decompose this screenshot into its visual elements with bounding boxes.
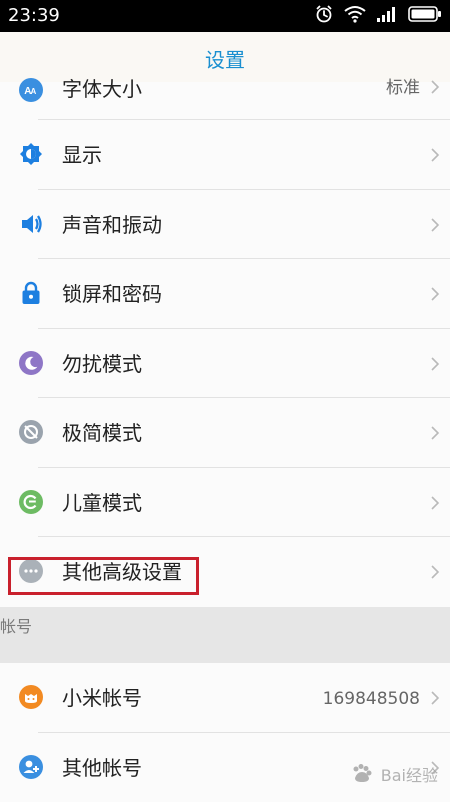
chevron-right-icon: [430, 217, 440, 231]
settings-item-label: 极简模式: [62, 420, 142, 446]
settings-item-label: 声音和振动: [62, 212, 162, 238]
alarm-icon: [314, 4, 334, 28]
font-size-icon: A A: [18, 77, 44, 103]
settings-item-value: 标准: [386, 76, 420, 100]
chevron-right-icon: [430, 147, 440, 161]
settings-item-label: 锁屏和密码: [62, 281, 162, 307]
chevron-right-icon: [430, 79, 440, 93]
kids-mode-icon: [18, 489, 44, 515]
settings-item-display[interactable]: 显示: [0, 120, 450, 190]
chevron-right-icon: [430, 286, 440, 300]
settings-item-minimal-mode[interactable]: 极简模式: [0, 398, 450, 468]
settings-item-label: 儿童模式: [62, 490, 142, 516]
account-item-label: 小米帐号: [62, 685, 142, 711]
settings-item-label: 其他高级设置: [62, 559, 182, 585]
settings-item-do-not-disturb[interactable]: 勿扰模式: [0, 329, 450, 399]
do-not-disturb-icon: [18, 350, 44, 376]
display-icon: [18, 141, 44, 167]
chevron-right-icon: [430, 425, 440, 439]
chevron-right-icon: [430, 690, 440, 704]
chevron-right-icon: [430, 356, 440, 370]
settings-item-label: 字体大小: [62, 76, 142, 102]
settings-list: A A 字体大小 标准 显示: [0, 82, 450, 607]
account-item-mi[interactable]: 小米帐号 169848508: [0, 663, 450, 733]
settings-item-label: 勿扰模式: [62, 351, 142, 377]
settings-item-font-size[interactable]: A A 字体大小 标准: [0, 82, 450, 120]
paw-icon: [349, 761, 375, 787]
page-title: 设置: [0, 44, 450, 73]
minimal-mode-icon: [18, 419, 44, 445]
chevron-right-icon: [430, 564, 440, 578]
chevron-right-icon: [430, 495, 440, 509]
title-bar: 设置: [0, 32, 450, 82]
watermark: Bai经验: [328, 760, 438, 788]
section-label: 帐号: [0, 613, 32, 637]
wifi-icon: [344, 5, 366, 27]
settings-item-kids-mode[interactable]: 儿童模式: [0, 468, 450, 538]
account-item-value: 169848508: [323, 687, 420, 711]
battery-icon: [408, 6, 442, 26]
svg-text:A: A: [31, 87, 37, 96]
account-section-header: 帐号: [0, 607, 450, 667]
settings-item-advanced[interactable]: 其他高级设置: [0, 537, 450, 607]
account-item-label: 其他帐号: [62, 755, 142, 781]
mi-account-icon: [18, 684, 44, 710]
signal-icon: [376, 5, 398, 27]
lock-icon: [18, 280, 44, 306]
watermark-text: Bai经验: [381, 762, 438, 786]
status-time: 23:39: [8, 5, 60, 27]
settings-item-label: 显示: [62, 142, 102, 168]
status-bar: 23:39: [0, 0, 450, 32]
settings-item-lock-screen[interactable]: 锁屏和密码: [0, 259, 450, 329]
status-icons: [314, 6, 442, 26]
other-account-icon: [18, 754, 44, 780]
settings-item-sound[interactable]: 声音和振动: [0, 190, 450, 260]
sound-icon: [18, 211, 44, 237]
more-settings-icon: [18, 558, 44, 584]
